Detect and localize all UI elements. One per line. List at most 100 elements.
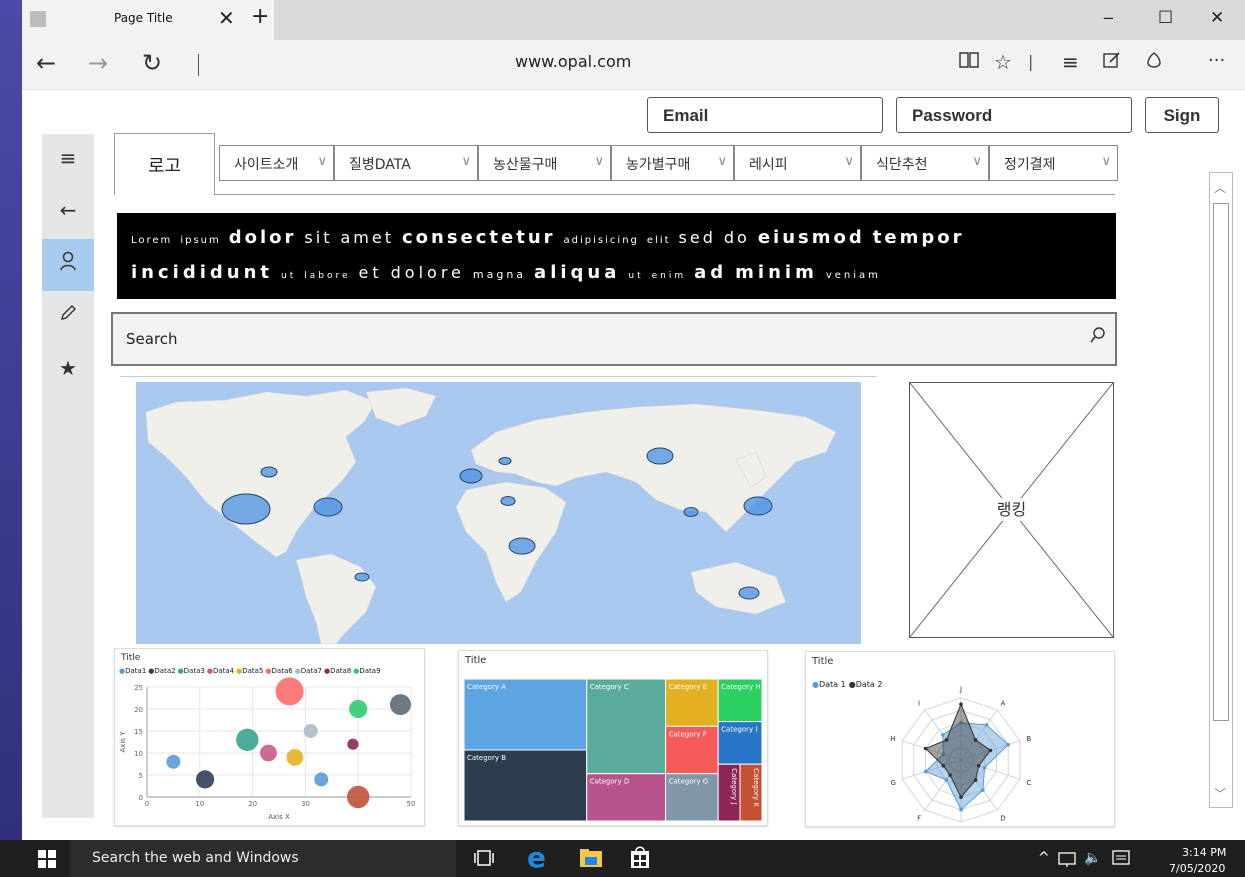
menu-item-2[interactable]: 농산물구매 ∨ — [478, 145, 611, 181]
menu-item-5[interactable]: 식단추천 ∨ — [861, 145, 989, 181]
radar-chart[interactable]: JABCDEFGHI — [806, 678, 1116, 828]
radar-axis-label: H — [891, 735, 896, 743]
scroll-down-arrow-icon[interactable]: ﹀ — [1214, 785, 1226, 802]
windows-start-icon[interactable] — [38, 849, 56, 873]
tab-bar: Page Title ✕ + ‒ ☐ ✕ — [22, 0, 1245, 40]
logo[interactable]: 로고 — [114, 133, 215, 195]
legend-entry: ●Data6 — [265, 667, 292, 675]
clock-date[interactable]: 7/05/2020 — [1169, 862, 1225, 875]
x-tick-label: 10 — [195, 800, 204, 808]
radar-point — [988, 748, 993, 753]
x-axis-label: Axis X — [268, 813, 290, 821]
legend-label: Data2 — [154, 667, 176, 675]
banner-word: magna — [472, 268, 527, 281]
legend-label: Data9 — [359, 667, 381, 675]
bubble-chart[interactable]: 010203040500510152025Axis XAxis Y — [115, 677, 426, 827]
tab-close-icon[interactable]: ✕ — [218, 6, 235, 30]
treemap-chart[interactable]: Category A Category B Category C Category D… — [464, 679, 762, 821]
share-icon[interactable] — [1144, 50, 1164, 75]
refresh-icon[interactable]: ↻ — [142, 49, 162, 77]
menu-item-6[interactable]: 정기결제 ∨ — [989, 145, 1118, 181]
bubble-point — [347, 785, 370, 809]
task-view-icon[interactable] — [474, 848, 494, 872]
browser-window: Page Title ✕ + ‒ ☐ ✕ ← → ↻ www.opal.com … — [22, 0, 1245, 840]
scroll-up-arrow-icon[interactable]: ︿ — [1214, 179, 1226, 196]
content-divider — [120, 376, 877, 377]
ranking-panel[interactable]: 랭킹 — [909, 382, 1114, 638]
menu-item-label: 식단추천 — [876, 157, 928, 173]
edge-browser-icon[interactable]: e — [527, 841, 546, 874]
y-tick-label: 0 — [139, 794, 143, 802]
banner-word: incididunt — [131, 262, 273, 283]
back-arrow-icon[interactable]: ← — [42, 186, 94, 238]
back-arrow-icon[interactable]: ← — [36, 49, 56, 77]
legend-label: Data4 — [212, 667, 235, 675]
legend-entry: ●Data8 — [324, 667, 351, 675]
x-tick-label: 0 — [145, 800, 149, 808]
tray-chevron-icon[interactable]: ^ — [1038, 850, 1050, 866]
sign-button[interactable]: Sign — [1145, 97, 1219, 133]
search-input[interactable]: Search — [111, 312, 1117, 366]
file-explorer-icon[interactable] — [580, 848, 602, 872]
x-tick-label: 30 — [301, 800, 310, 808]
network-icon[interactable] — [1058, 849, 1076, 873]
hub-icon[interactable]: ≡ — [1062, 50, 1079, 74]
menu-item-0[interactable]: 사이트소개 ∨ — [219, 145, 334, 181]
legend-label: Data1 — [125, 667, 147, 675]
legend-label: Data6 — [271, 667, 293, 675]
radar-point — [923, 769, 928, 774]
radar-point — [941, 763, 946, 768]
menu-divider — [215, 194, 1115, 195]
menu-item-1[interactable]: 질병DATA ∨ — [334, 145, 478, 181]
clock-time[interactable]: 3:14 PM — [1182, 846, 1226, 859]
close-window-button[interactable]: ✕ — [1210, 8, 1224, 28]
forward-arrow-icon[interactable]: → — [88, 49, 108, 77]
radar-point — [982, 765, 987, 770]
user-icon[interactable] — [42, 239, 94, 291]
notification-center-icon[interactable] — [1112, 849, 1130, 873]
new-tab-button[interactable]: + — [251, 4, 269, 29]
banner-word: Lorem — [131, 235, 173, 246]
word-cloud-banner: Lorem ipsum dolor sit amet consectetur adipisi… — [117, 213, 1116, 299]
menu-item-label: 사이트소개 — [234, 157, 299, 173]
bubble-point — [347, 738, 359, 750]
radar-point — [981, 788, 985, 792]
minimize-button[interactable]: ‒ — [1103, 8, 1114, 28]
reading-view-icon[interactable] — [958, 50, 980, 75]
radar-chart-card: Title ●Data 1●Data 2 JABCDEFGHI — [805, 651, 1115, 827]
pencil-icon[interactable] — [42, 291, 94, 343]
banner-word: minim — [735, 262, 818, 283]
chevron-down-icon: ∨ — [594, 154, 604, 169]
chevron-down-icon: ∨ — [972, 154, 982, 169]
page-scrollbar[interactable]: ︿ ﹀ — [1209, 172, 1233, 808]
tab-active[interactable]: Page Title ✕ — [22, 0, 274, 40]
more-menu-icon[interactable]: ··· — [1208, 50, 1225, 71]
bubble-point — [166, 754, 181, 769]
address-bar-row: ← → ↻ www.opal.com ☆ | ≡ ··· — [22, 40, 1245, 90]
email-field[interactable]: Email — [647, 97, 883, 133]
banner-word: enim — [651, 271, 687, 281]
world-map[interactable] — [136, 382, 861, 644]
scrollbar-thumb[interactable] — [1213, 203, 1229, 721]
menu-item-3[interactable]: 농가별구매 ∨ — [611, 145, 734, 181]
volume-icon[interactable]: 🔈 — [1084, 850, 1101, 866]
taskbar-search-field[interactable]: Search the web and Windows — [70, 840, 456, 877]
search-icon[interactable] — [1089, 326, 1107, 348]
treemap-card: Title Category A Category B Category C Cate… — [458, 650, 768, 826]
banner-word: tempor — [872, 227, 965, 248]
radar-point — [923, 746, 928, 751]
hamburger-menu-icon[interactable]: ≡ — [42, 134, 94, 186]
y-tick-label: 15 — [134, 728, 143, 736]
store-icon[interactable] — [631, 846, 649, 873]
bubble-chart-legend: ●Data1 ●Data2 ●Data3 ●Data4 ●Data5 ●Data6 ●Dat… — [119, 667, 383, 675]
bubble-point — [260, 744, 277, 762]
banner-word: dolor — [228, 227, 297, 248]
menu-item-4[interactable]: 레시피 ∨ — [734, 145, 861, 181]
radar-point — [1006, 742, 1010, 747]
maximize-button[interactable]: ☐ — [1158, 8, 1173, 28]
url-field[interactable]: www.opal.com — [515, 52, 631, 71]
favorite-star-icon[interactable]: ☆ — [994, 50, 1012, 74]
star-icon[interactable]: ★ — [42, 344, 94, 396]
web-note-icon[interactable] — [1102, 50, 1122, 75]
password-field[interactable]: Password — [896, 97, 1132, 133]
